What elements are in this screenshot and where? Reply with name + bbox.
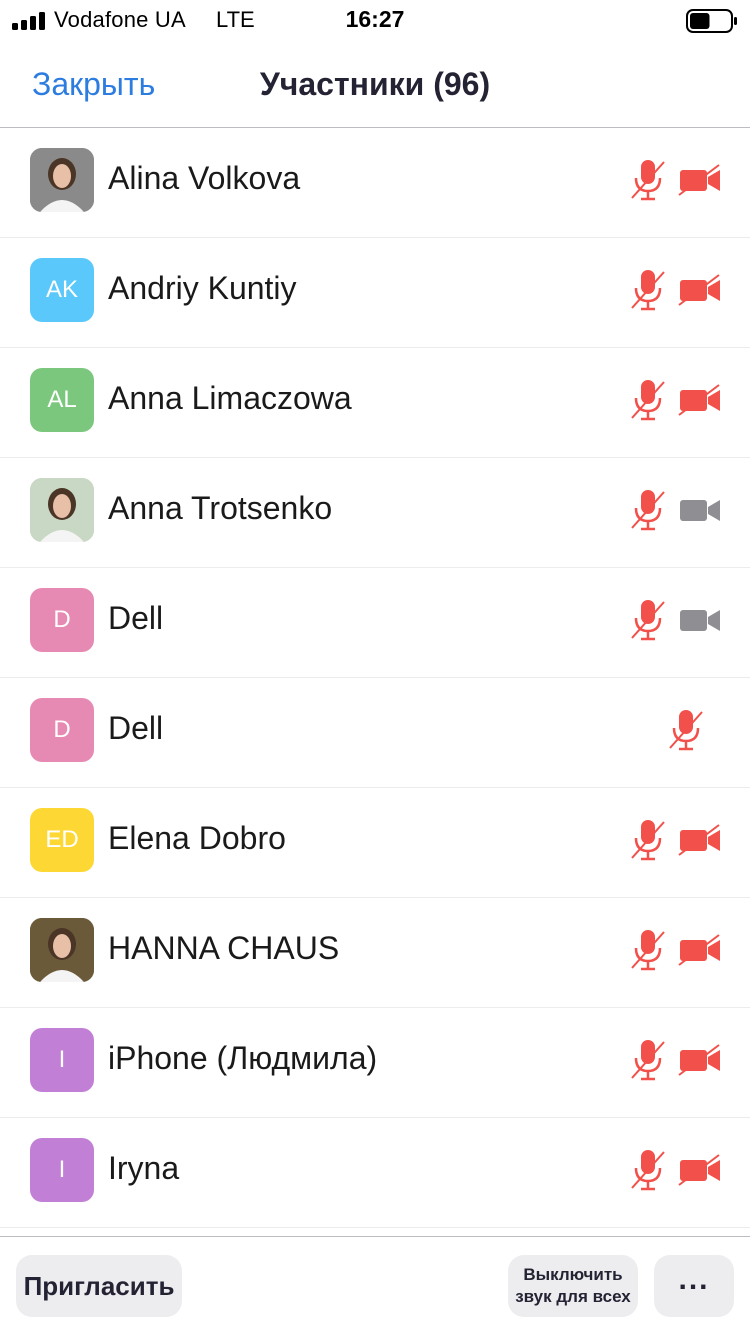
mic-muted-icon [630, 488, 666, 532]
participant-row[interactable]: ED Elena Dobro [0, 788, 750, 898]
mute-all-button[interactable]: Выключить звук для всех [508, 1255, 638, 1317]
avatar-initials: ED [45, 826, 79, 853]
participant-row[interactable]: D Dell [0, 678, 750, 788]
avatar [30, 148, 94, 212]
participant-row[interactable]: Alina Volkova [0, 128, 750, 238]
avatar-initials: D [53, 606, 71, 633]
mute-all-label-line1: Выключить [523, 1265, 623, 1284]
avatar-initials: AK [45, 276, 78, 303]
avatar: ED [30, 808, 94, 872]
avatar-initials: I [58, 1156, 66, 1183]
participant-row[interactable]: AL Anna Limaczowa [0, 348, 750, 458]
page-title: Участники (96) [259, 66, 491, 102]
mic-muted-icon [630, 598, 666, 642]
avatar-initials: D [53, 716, 71, 743]
avatar: AL [30, 368, 94, 432]
participant-name: Anna Trotsenko [108, 490, 333, 526]
mic-muted-icon [668, 708, 704, 752]
camera-off-icon [678, 164, 722, 196]
mic-muted-icon [630, 268, 666, 312]
mic-muted-icon [630, 928, 666, 972]
camera-off-icon [678, 1044, 722, 1076]
bottom-toolbar: Пригласить Выключить звук для всех ... [0, 1236, 750, 1334]
mic-muted-icon [630, 818, 666, 862]
avatar: AK [30, 258, 94, 322]
avatar [30, 918, 94, 982]
participant-row[interactable]: IiPhone (Людмила) [0, 1008, 750, 1118]
participant-name: Elena Dobro [108, 820, 286, 856]
avatar [30, 478, 94, 542]
participant-name: Andriy Kuntiy [108, 270, 297, 306]
mic-muted-icon [630, 1038, 666, 1082]
participant-name: Alina Volkova [108, 160, 301, 196]
invite-button[interactable]: Пригласить [16, 1255, 182, 1317]
avatar: D [30, 588, 94, 652]
avatar: I [30, 1138, 94, 1202]
participant-name: HANNA CHAUS [108, 930, 340, 966]
participant-row[interactable]: Anna Trotsenko [0, 458, 750, 568]
more-options-button[interactable]: ... [654, 1255, 734, 1317]
camera-on-icon [678, 604, 722, 636]
mic-muted-icon [630, 378, 666, 422]
avatar: D [30, 698, 94, 762]
camera-on-icon [678, 494, 722, 526]
avatar: I [30, 1028, 94, 1092]
camera-off-icon [678, 274, 722, 306]
mute-all-label-line2: звук для всех [515, 1287, 631, 1306]
participant-row[interactable]: D Dell [0, 568, 750, 678]
participant-name: iPhone (Людмила) [108, 1040, 378, 1076]
status-bar: Vodafone UA LTE 16:27 [0, 0, 750, 42]
camera-off-icon [678, 824, 722, 856]
battery-icon [686, 9, 737, 33]
avatar-initials: AL [47, 386, 77, 413]
participant-row[interactable]: HANNA CHAUS [0, 898, 750, 1008]
participant-list[interactable]: Alina Volkova AK Andriy Kuntiy AL Anna Limac… [0, 128, 750, 1236]
participant-name: Dell [108, 710, 164, 746]
camera-off-icon [678, 384, 722, 416]
mic-muted-icon [630, 1148, 666, 1192]
nav-bar: Закрыть Участники (96) [0, 42, 750, 128]
mic-muted-icon [630, 158, 666, 202]
participant-row[interactable]: I Iryna [0, 1118, 750, 1228]
participant-name: Dell [108, 600, 164, 636]
status-time: 16:27 [345, 6, 405, 32]
camera-off-icon [678, 934, 722, 966]
avatar-initials: I [58, 1046, 66, 1073]
camera-off-icon [678, 1154, 722, 1186]
participant-name: Iryna [108, 1150, 180, 1186]
participant-row[interactable]: AK Andriy Kuntiy [0, 238, 750, 348]
participant-name: Anna Limaczowa [108, 380, 352, 416]
